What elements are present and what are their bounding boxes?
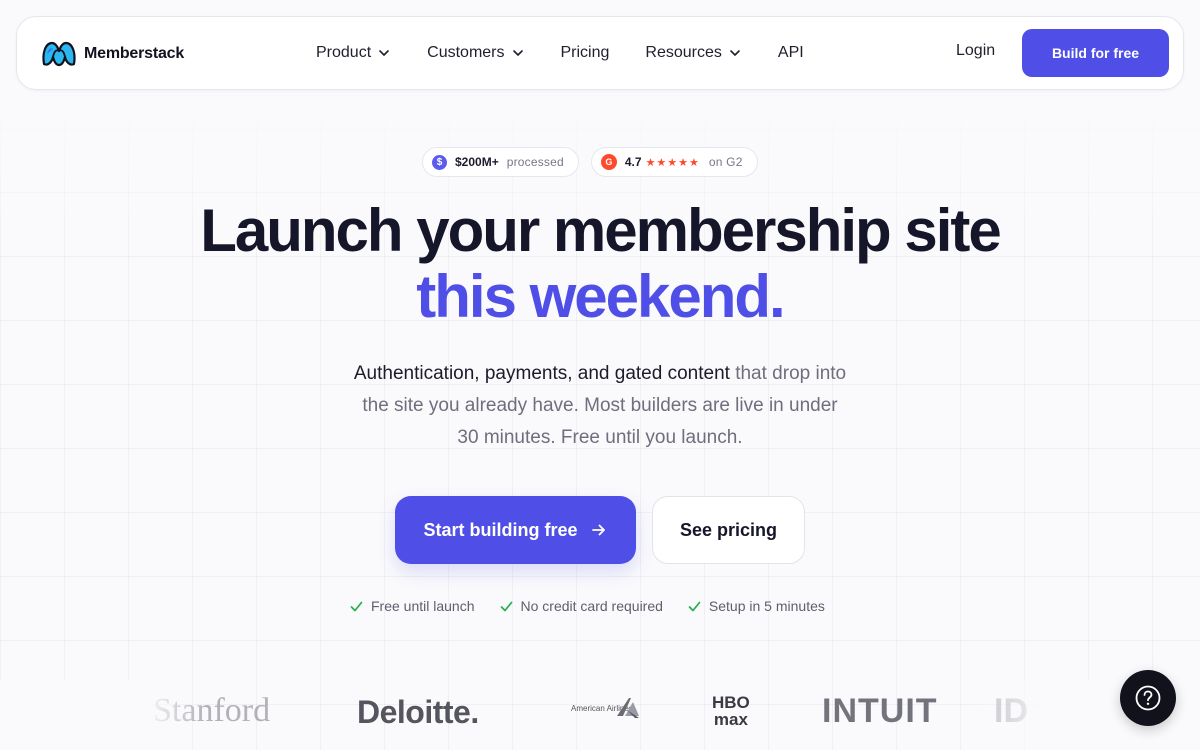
checklist-item: No credit card required	[500, 598, 663, 614]
check-icon	[500, 601, 512, 611]
chevron-down-icon	[379, 50, 389, 56]
subheading-emphasis: Authentication, payments, and gated cont…	[353, 363, 730, 384]
rating-label: on G2	[708, 155, 743, 169]
chevron-down-icon	[730, 50, 740, 56]
headline-accent: this weekend.	[416, 263, 785, 330]
memberstack-logo-icon	[42, 41, 76, 67]
top-navbar: Memberstack Product Customers Pricing Re…	[16, 16, 1184, 90]
trust-badges: $ $200M+ processed G 4.7 ★★★★★ on G2	[422, 147, 758, 177]
headline-line-1: Launch your membership site	[200, 197, 1002, 264]
nav-item-pricing[interactable]: Pricing	[561, 42, 610, 64]
nav-item-resources[interactable]: Resources	[645, 42, 741, 64]
checklist-item: Free until launch	[350, 598, 475, 614]
nav-item-product[interactable]: Product	[316, 42, 391, 64]
max-wordmark: max	[713, 710, 748, 729]
nav-item-label: Resources	[645, 44, 722, 61]
help-question-icon	[1135, 685, 1161, 711]
hero-headline: Launch your membership site this weekend…	[0, 198, 1200, 330]
see-pricing-button[interactable]: See pricing	[652, 496, 805, 564]
checklist-label: Setup in 5 minutes	[708, 598, 825, 614]
hbo-wordmark: HBO	[712, 693, 750, 712]
g2-rating-badge: G 4.7 ★★★★★ on G2	[590, 147, 758, 177]
nav-menu: Product Customers Pricing Resources API	[316, 42, 840, 64]
checklist-label: Free until launch	[371, 598, 475, 614]
nav-item-label: Customers	[427, 44, 505, 61]
start-building-free-button[interactable]: Start building free	[395, 496, 636, 564]
nav-item-label: Pricing	[560, 44, 610, 61]
nav-item-label: Product	[316, 44, 372, 61]
nav-item-label: API	[777, 44, 804, 61]
hbo-max-logo: HBO max	[712, 694, 750, 728]
feature-checklist: Free until launch No credit card require…	[350, 598, 850, 614]
chevron-down-icon	[512, 50, 523, 56]
american-airlines-logo: American Airlines	[571, 696, 641, 720]
checklist-item: Setup in 5 minutes	[688, 598, 825, 614]
arrow-right-icon	[591, 524, 605, 536]
build-for-free-button[interactable]: Build for free	[1022, 29, 1169, 77]
nav-item-customers[interactable]: Customers	[427, 42, 524, 64]
brand-name: Memberstack	[84, 45, 185, 62]
checklist-label: No credit card required	[520, 598, 663, 614]
hero-subheading: Authentication, payments, and gated cont…	[350, 358, 850, 454]
processed-value: $200M+	[455, 155, 499, 169]
deloitte-logo: Deloitte.	[357, 694, 479, 730]
intuit-logo: INTUIT	[822, 692, 938, 730]
processed-badge: $ $200M+ processed	[422, 147, 579, 177]
check-icon	[688, 601, 701, 611]
rating-value: 4.7	[624, 155, 642, 169]
cta-primary-label: Start building free	[423, 519, 578, 540]
dollar-icon: $	[432, 154, 447, 170]
star-rating-icon: ★★★★★	[645, 156, 700, 169]
check-icon	[350, 601, 363, 611]
brand-logo[interactable]: Memberstack	[41, 40, 184, 68]
nav-item-api[interactable]: API	[778, 42, 804, 64]
american-airlines-eagle-icon	[617, 698, 639, 718]
stanford-logo: Stanford	[153, 692, 271, 729]
partial-logo: ID	[994, 692, 1028, 730]
g2-logo-icon: G	[600, 154, 617, 170]
american-airlines-wordmark: American Airlines	[571, 703, 633, 713]
processed-label: processed	[506, 155, 564, 169]
customer-logos: Stanford Deloitte. American Airlines HBO…	[0, 680, 1200, 750]
login-link[interactable]: Login	[956, 42, 995, 60]
help-chat-button[interactable]	[1120, 670, 1176, 726]
